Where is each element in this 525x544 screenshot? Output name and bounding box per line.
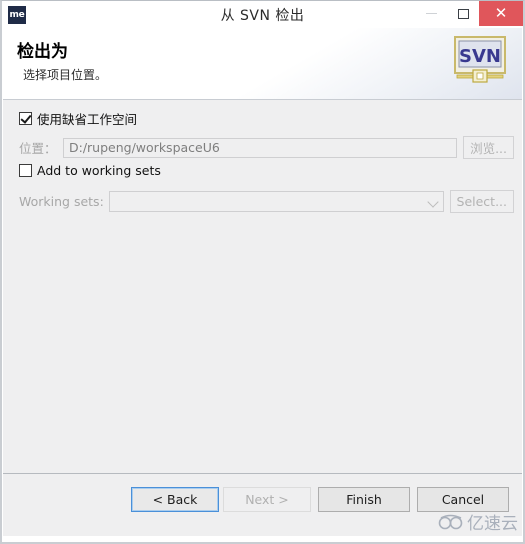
svn-logo-icon: SVN [454, 36, 506, 83]
location-row: 位置： D:/rupeng/workspaceU6 浏览... [19, 136, 514, 159]
window-controls: ✕ [415, 1, 523, 26]
finish-button[interactable]: Finish [318, 487, 410, 512]
dialog-button-bar: < Back Next > Finish Cancel 亿速云 [3, 474, 522, 536]
minimize-button[interactable] [415, 1, 447, 26]
use-default-workspace-label: 使用缺省工作空间 [37, 112, 138, 127]
next-button: Next > [223, 487, 311, 512]
browse-button[interactable]: 浏览... [463, 136, 514, 159]
dialog-window: me 从 SVN 检出 ✕ 检出为 选择项目位置。 SVN 使用缺省工作空间 位… [0, 0, 525, 544]
close-button[interactable]: ✕ [479, 1, 523, 26]
working-sets-label: Working sets: [19, 194, 104, 209]
back-button[interactable]: < Back [131, 487, 219, 512]
maximize-icon [457, 8, 469, 19]
add-to-working-sets-label: Add to working sets [37, 163, 161, 178]
wizard-header: 检出为 选择项目位置。 SVN [3, 28, 522, 100]
svg-text:SVN: SVN [459, 46, 501, 67]
add-working-sets-row: Add to working sets [19, 163, 522, 178]
watermark-text: 亿速云 [467, 514, 518, 534]
location-input[interactable]: D:/rupeng/workspaceU6 [63, 137, 458, 158]
cloud-logo-icon [438, 514, 463, 529]
default-workspace-row: 使用缺省工作空间 [19, 109, 522, 128]
working-sets-row: Working sets: Select... [19, 190, 514, 213]
content-area: 使用缺省工作空间 位置： D:/rupeng/workspaceU6 浏览...… [3, 100, 522, 474]
add-to-working-sets-checkbox[interactable] [19, 164, 32, 177]
select-working-sets-button[interactable]: Select... [449, 190, 514, 213]
watermark: 亿速云 [438, 509, 518, 534]
page-title: 检出为 [17, 42, 68, 62]
page-subtitle: 选择项目位置。 [23, 68, 108, 82]
close-icon: ✕ [494, 4, 508, 22]
working-sets-combobox[interactable] [109, 191, 444, 212]
location-label: 位置： [19, 141, 57, 156]
use-default-workspace-checkbox[interactable] [19, 112, 32, 125]
chevron-down-icon [426, 196, 439, 208]
maximize-button[interactable] [447, 1, 479, 26]
minimize-icon [425, 13, 437, 14]
title-bar: me 从 SVN 检出 ✕ [2, 1, 523, 28]
